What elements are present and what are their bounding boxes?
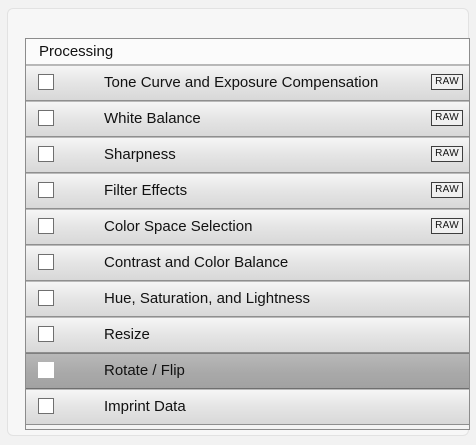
list-item[interactable]: Hue, Saturation, and Lightness <box>26 281 469 317</box>
checkbox[interactable] <box>38 398 54 414</box>
list-item[interactable]: Tone Curve and Exposure Compensation RAW <box>26 65 469 101</box>
raw-badge: RAW <box>431 146 463 162</box>
list-item-label: Tone Curve and Exposure Compensation <box>104 74 379 91</box>
raw-badge: RAW <box>431 182 463 198</box>
list-item[interactable]: Filter Effects RAW <box>26 173 469 209</box>
checkbox[interactable] <box>38 182 54 198</box>
list-item[interactable]: Imprint Data <box>26 389 469 425</box>
list-item-label: Resize <box>104 326 150 343</box>
checkbox[interactable] <box>38 74 54 90</box>
list-item[interactable]: White Balance RAW <box>26 101 469 137</box>
list-item[interactable]: Color Space Selection RAW <box>26 209 469 245</box>
list-item-label: Contrast and Color Balance <box>104 254 289 271</box>
list-item-label: White Balance <box>104 110 201 127</box>
list-item-selected[interactable]: Rotate / Flip <box>26 353 469 389</box>
list-item-label: Hue, Saturation, and Lightness <box>104 290 310 307</box>
list-item-label: Rotate / Flip <box>104 362 185 379</box>
processing-group: Processing Tone Curve and Exposure Compe… <box>25 38 470 430</box>
list-item[interactable]: Sharpness RAW <box>26 137 469 173</box>
list-item-label: Filter Effects <box>104 182 188 199</box>
checkbox[interactable] <box>38 326 54 342</box>
list-item-label: Color Space Selection <box>104 218 253 235</box>
list-item-label: Imprint Data <box>104 398 186 415</box>
checkbox[interactable] <box>38 362 54 378</box>
raw-badge: RAW <box>431 110 463 126</box>
processing-list: Tone Curve and Exposure Compensation RAW… <box>26 65 469 425</box>
checkbox[interactable] <box>38 110 54 126</box>
checkbox[interactable] <box>38 290 54 306</box>
checkbox[interactable] <box>38 146 54 162</box>
list-item[interactable]: Contrast and Color Balance <box>26 245 469 281</box>
processing-panel: Processing Tone Curve and Exposure Compe… <box>7 8 470 436</box>
list-item-label: Sharpness <box>104 146 176 163</box>
list-item[interactable]: Resize <box>26 317 469 353</box>
checkbox[interactable] <box>38 218 54 234</box>
raw-badge: RAW <box>431 218 463 234</box>
checkbox[interactable] <box>38 254 54 270</box>
raw-badge: RAW <box>431 74 463 90</box>
group-title: Processing <box>26 39 469 65</box>
